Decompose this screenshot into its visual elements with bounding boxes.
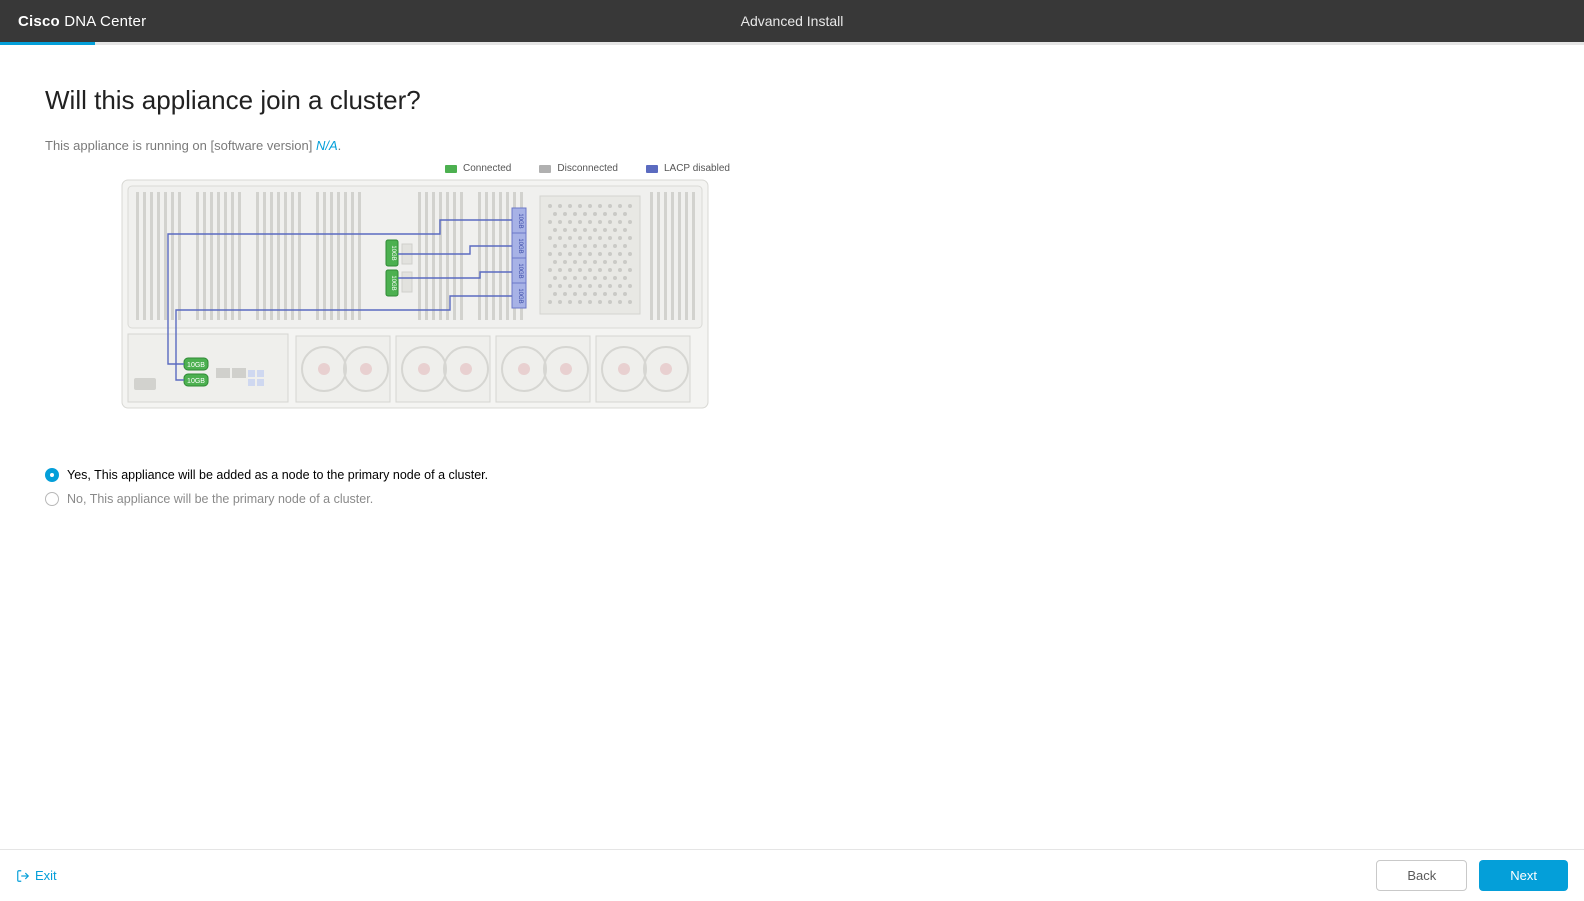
footer: Exit Back Next <box>0 849 1584 901</box>
header-title: Advanced Install <box>741 13 844 29</box>
legend-connected-label: Connected <box>463 163 511 174</box>
radio-no-control[interactable] <box>45 492 59 506</box>
swatch-lacp-icon <box>646 165 658 173</box>
exit-icon <box>16 869 30 883</box>
cluster-options: Yes, This appliance will be added as a n… <box>45 468 1539 506</box>
version-text: This appliance is running on [software v… <box>45 138 1539 153</box>
progress-fill <box>0 42 95 45</box>
version-prefix: This appliance is running on [software v… <box>45 138 316 153</box>
legend: Connected Disconnected LACP disabled <box>445 163 1539 174</box>
brand-bold: Cisco <box>18 13 60 30</box>
brand-light: DNA Center <box>64 13 146 30</box>
version-link[interactable]: N/A <box>316 138 338 153</box>
page-heading: Will this appliance join a cluster? <box>45 85 1539 116</box>
port-connected-upper-1-label: 10GB <box>390 245 396 260</box>
appliance-diagram: 10GB 10GB 10GB 10GB 10GB 10GB 10GB 10GB <box>120 178 710 413</box>
appliance-svg: 10GB 10GB 10GB 10GB 10GB 10GB 10GB 10GB <box>120 178 710 413</box>
legend-lacp-label: LACP disabled <box>664 163 730 174</box>
port-connected-lower-2-label: 10GB <box>187 378 205 385</box>
port-lacp-4-label: 10GB <box>517 288 523 303</box>
port-lacp-3-label: 10GB <box>517 263 523 278</box>
exit-label: Exit <box>35 868 57 883</box>
swatch-disconnected-icon <box>539 165 551 173</box>
main-content: Will this appliance join a cluster? This… <box>0 45 1584 506</box>
exit-link[interactable]: Exit <box>16 868 57 883</box>
swatch-connected-icon <box>445 165 457 173</box>
brand: Cisco DNA Center <box>18 13 146 30</box>
port-lacp-1-label: 10GB <box>517 213 523 228</box>
legend-disconnected-label: Disconnected <box>557 163 618 174</box>
next-button[interactable]: Next <box>1479 860 1568 891</box>
legend-disconnected: Disconnected <box>539 163 618 174</box>
version-suffix: . <box>338 138 342 153</box>
port-connected-upper-2-label: 10GB <box>390 275 396 290</box>
app-header: Cisco DNA Center Advanced Install <box>0 0 1584 42</box>
radio-yes-label: Yes, This appliance will be added as a n… <box>67 468 488 482</box>
footer-buttons: Back Next <box>1376 860 1568 891</box>
radio-no-label: No, This appliance will be the primary n… <box>67 492 373 506</box>
legend-lacp: LACP disabled <box>646 163 730 174</box>
progress-bar <box>0 42 1584 45</box>
legend-connected: Connected <box>445 163 511 174</box>
port-connected-lower-1-label: 10GB <box>187 362 205 369</box>
port-lacp-2-label: 10GB <box>517 238 523 253</box>
radio-yes[interactable]: Yes, This appliance will be added as a n… <box>45 468 1539 482</box>
radio-yes-control[interactable] <box>45 468 59 482</box>
radio-no[interactable]: No, This appliance will be the primary n… <box>45 492 1539 506</box>
back-button[interactable]: Back <box>1376 860 1467 891</box>
